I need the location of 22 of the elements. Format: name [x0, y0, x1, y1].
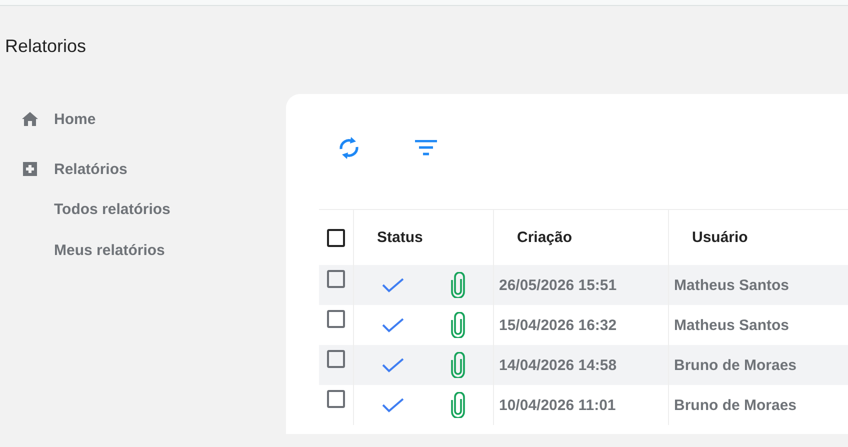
column-header: Usuário: [692, 229, 748, 246]
filter-icon: [415, 140, 437, 156]
page-title: Relatorios: [4, 35, 88, 58]
user-cell: Bruno de Moraes: [674, 396, 797, 414]
refresh-icon: [338, 136, 360, 160]
user-cell: Bruno de Moraes: [674, 356, 797, 374]
column-header: Status: [377, 229, 423, 246]
user-cell: Matheus Santos: [674, 316, 790, 334]
date-cell: 14/04/2026 14:58: [499, 356, 617, 374]
row-checkbox[interactable]: [327, 390, 345, 408]
column-header: Criação: [517, 229, 572, 246]
row-checkbox[interactable]: [327, 270, 345, 288]
row-checkbox[interactable]: [327, 310, 345, 328]
row-checkbox[interactable]: [327, 350, 345, 368]
home-icon: [22, 112, 38, 126]
date-cell: 10/04/2026 11:01: [499, 396, 616, 414]
user-cell: Matheus Santos: [674, 276, 790, 294]
select-all-checkbox[interactable]: [327, 228, 345, 246]
sidebar-item[interactable]: Home: [0, 94, 286, 144]
date-cell: 15/04/2026 16:32: [499, 316, 617, 334]
date-cell: 26/05/2026 15:51: [499, 276, 617, 294]
sidebar-subitem[interactable]: Meus relatórios: [0, 230, 286, 271]
